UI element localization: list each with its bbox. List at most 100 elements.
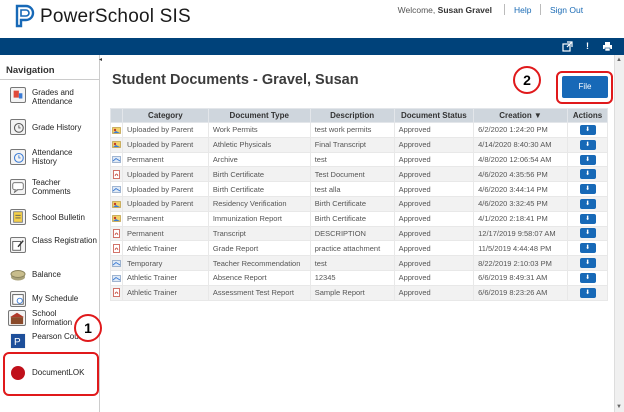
cell-document-status: Approved xyxy=(393,195,475,212)
cell-document-type: Birth Certificate xyxy=(207,166,311,183)
nav-item-school-bulletin[interactable]: School Bulletin xyxy=(0,205,100,235)
cell-document-status: Approved xyxy=(393,284,475,301)
download-button[interactable]: ⬇ xyxy=(579,258,596,269)
cell-actions: ⬇ xyxy=(567,166,608,183)
nav-item-grades-and-attendance[interactable]: Grades and Attendance xyxy=(0,83,100,113)
documents-table: Category Document Type Description Docum… xyxy=(110,108,608,301)
cell-document-type: Work Permits xyxy=(207,122,311,138)
collapse-sidebar-icon[interactable]: ◂ xyxy=(99,56,105,68)
scroll-up-icon[interactable]: ▲ xyxy=(615,57,623,63)
pdf-icon xyxy=(110,166,123,183)
table-row[interactable]: Permanent Immunization Report Birth Certif… xyxy=(110,210,608,227)
column-header-creation[interactable]: Creation ▼ xyxy=(473,108,568,123)
table-row[interactable]: Athletic Trainer Grade Report practice att… xyxy=(110,240,608,257)
cell-description: Birth Certificate xyxy=(309,210,395,227)
cell-document-status: Approved xyxy=(393,181,475,197)
column-header-document-type[interactable]: Document Type xyxy=(207,108,311,123)
table-row[interactable]: Athletic Trainer Assessment Test Report Sa… xyxy=(110,284,608,301)
cell-category: Athletic Trainer xyxy=(121,240,209,257)
svg-text:P: P xyxy=(14,337,21,348)
cell-actions: ⬇ xyxy=(567,240,608,257)
download-button[interactable]: ⬇ xyxy=(579,154,596,165)
cell-creation: 4/14/2020 8:40:30 AM xyxy=(473,136,568,153)
cell-document-type: Transcript xyxy=(207,225,311,242)
scroll-down-icon[interactable]: ▼ xyxy=(615,404,623,410)
page-scrollbar[interactable] xyxy=(614,55,624,412)
cell-category: Permanent xyxy=(121,151,209,168)
welcome-text: Welcome, Susan Gravel xyxy=(397,5,492,15)
sign-out-link[interactable]: Sign Out xyxy=(550,5,583,15)
user-name: Susan Gravel xyxy=(437,5,492,15)
download-button[interactable]: ⬇ xyxy=(579,243,596,254)
download-button[interactable]: ⬇ xyxy=(579,213,596,224)
table-row[interactable]: Uploaded by Parent Work Permits test work … xyxy=(110,122,608,138)
cell-creation: 6/6/2019 8:23:26 AM xyxy=(473,284,568,301)
cell-category: Temporary xyxy=(121,255,209,271)
nav-item-grade-history[interactable]: Grade History xyxy=(0,115,100,145)
cell-description: test alla xyxy=(309,181,395,197)
download-button[interactable]: ⬇ xyxy=(579,184,596,195)
download-button[interactable]: ⬇ xyxy=(579,139,596,150)
table-row[interactable]: Permanent Transcript DESCRIPTION Approved 12… xyxy=(110,225,608,242)
table-row[interactable]: Uploaded by Parent Birth Certificate test … xyxy=(110,181,608,197)
image-icon xyxy=(110,181,123,197)
navigation-title: Navigation xyxy=(6,65,55,76)
column-header-document-status[interactable]: Document Status xyxy=(393,108,475,123)
nav-label: Teacher Comments xyxy=(32,178,71,196)
cell-description: Test Document xyxy=(309,166,395,183)
column-header-icon xyxy=(110,108,123,123)
print-icon[interactable] xyxy=(602,41,613,52)
download-button[interactable]: ⬇ xyxy=(579,228,596,239)
header-separator xyxy=(540,4,541,15)
nav-label: School Bulletin xyxy=(32,213,85,222)
cell-document-type: Immunization Report xyxy=(207,210,311,227)
cell-actions: ⬇ xyxy=(567,225,608,242)
download-button[interactable]: ⬇ xyxy=(579,272,596,283)
cell-document-status: Approved xyxy=(393,136,475,153)
highlight-documentlok xyxy=(3,352,99,396)
cell-document-type: Grade Report xyxy=(207,240,311,257)
cell-document-type: Archive xyxy=(207,151,311,168)
cell-category: Permanent xyxy=(121,225,209,242)
photo-icon xyxy=(110,122,123,138)
nav-item-teacher-comments[interactable]: Teacher Comments xyxy=(0,175,100,205)
cell-category: Athletic Trainer xyxy=(121,269,209,286)
pdf-icon xyxy=(110,240,123,257)
column-header-category[interactable]: Category xyxy=(121,108,209,123)
cell-creation: 12/17/2019 9:58:07 AM xyxy=(473,225,568,242)
nav-item-class-registration[interactable]: Class Registration xyxy=(0,233,100,263)
powerschool-logo-icon xyxy=(15,4,35,28)
nav-item-attendance-history[interactable]: Attendance History xyxy=(0,145,100,175)
cell-document-status: Approved xyxy=(393,269,475,286)
external-link-icon[interactable] xyxy=(562,41,573,52)
cell-document-status: Approved xyxy=(393,151,475,168)
cell-creation: 4/1/2020 2:18:41 PM xyxy=(473,210,568,227)
table-row[interactable]: Temporary Teacher Recommendation test Appro… xyxy=(110,255,608,271)
table-row[interactable]: Uploaded by Parent Birth Certificate Test … xyxy=(110,166,608,183)
cell-category: Uploaded by Parent xyxy=(121,166,209,183)
cell-creation: 6/2/2020 1:24:20 PM xyxy=(473,122,568,138)
bulletin-icon xyxy=(10,209,26,225)
alert-icon[interactable]: ! xyxy=(582,41,593,52)
table-row[interactable]: Uploaded by Parent Residency Verification… xyxy=(110,195,608,212)
cell-category: Athletic Trainer xyxy=(121,284,209,301)
download-button[interactable]: ⬇ xyxy=(579,169,596,180)
column-header-description[interactable]: Description xyxy=(309,108,395,123)
navigation-divider xyxy=(0,79,100,80)
table-row[interactable]: Athletic Trainer Absence Report 12345 Appro… xyxy=(110,269,608,286)
cell-creation: 6/6/2019 8:49:31 AM xyxy=(473,269,568,286)
cell-document-status: Approved xyxy=(393,240,475,257)
table-row[interactable]: Uploaded by Parent Athletic Physicals Fina… xyxy=(110,136,608,153)
file-button[interactable]: File xyxy=(562,76,608,98)
cell-document-type: Absence Report xyxy=(207,269,311,286)
help-link[interactable]: Help xyxy=(514,5,531,15)
cell-actions: ⬇ xyxy=(567,284,608,301)
download-button[interactable]: ⬇ xyxy=(579,124,596,135)
download-button[interactable]: ⬇ xyxy=(579,198,596,209)
attendance-history-icon xyxy=(10,149,26,165)
cell-description: 12345 xyxy=(309,269,395,286)
cell-description: Birth Certificate xyxy=(309,195,395,212)
download-button[interactable]: ⬇ xyxy=(579,287,596,298)
table-row[interactable]: Permanent Archive test Approved 4/8/2020 12:… xyxy=(110,151,608,168)
page-title: Student Documents - Gravel, Susan xyxy=(112,72,359,88)
